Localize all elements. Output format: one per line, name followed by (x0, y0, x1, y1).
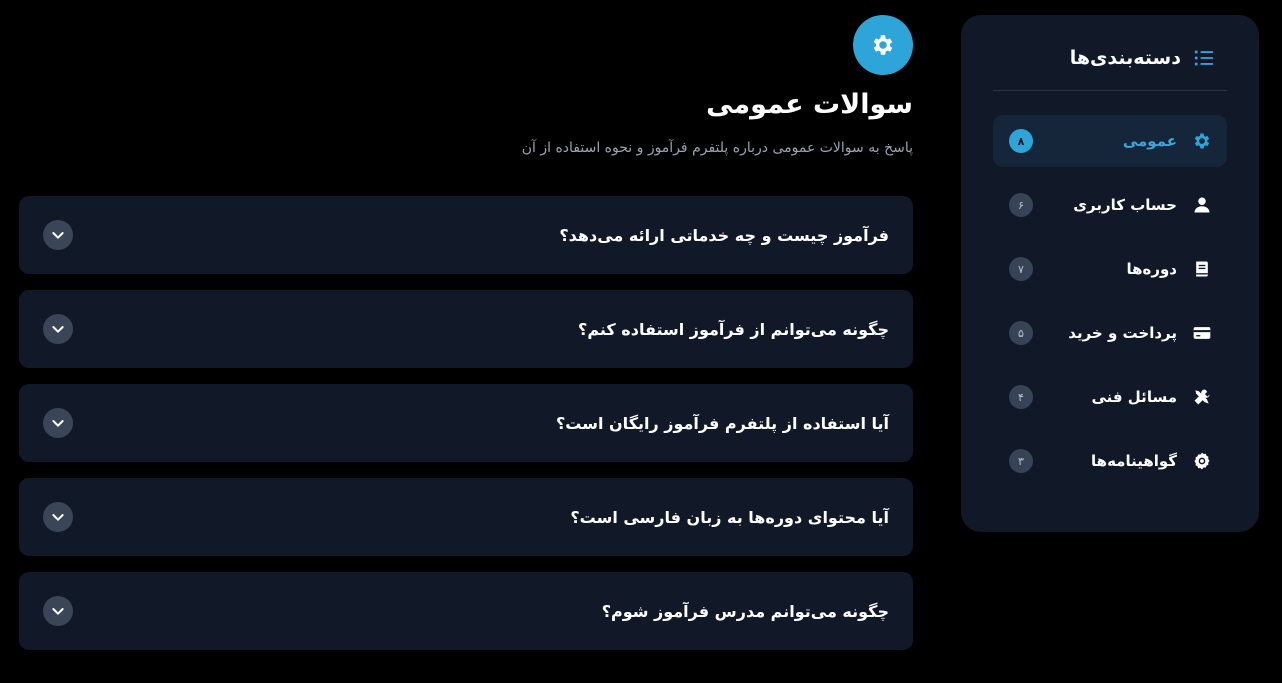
gear-icon (1191, 130, 1213, 152)
chevron-down-icon (50, 321, 66, 337)
count-badge: ۷ (1009, 257, 1033, 281)
sidebar-item-label: پرداخت و خرید (1068, 324, 1177, 342)
expand-button[interactable] (43, 502, 73, 532)
chevron-down-icon (50, 227, 66, 243)
faq-question: فرآموز چیست و چه خدماتی ارائه می‌دهد؟ (559, 225, 889, 245)
count-badge: ۸ (1009, 129, 1033, 153)
sidebar-item-general[interactable]: عمومی ۸ (993, 115, 1227, 167)
sidebar-item-technical[interactable]: مسائل فنی ۴ (993, 371, 1227, 423)
sidebar-header: دسته‌بندی‌ها (993, 15, 1227, 91)
expand-button[interactable] (43, 408, 73, 438)
award-icon (1191, 450, 1213, 472)
user-icon (1191, 194, 1213, 216)
gear-icon (870, 32, 896, 58)
sidebar-item-label: حساب کاربری (1073, 196, 1177, 214)
count-badge: ۶ (1009, 193, 1033, 217)
sidebar-item-certificates[interactable]: گواهینامه‌ها ۳ (993, 435, 1227, 487)
faq-item[interactable]: چگونه می‌توانم مدرس فرآموز شوم؟ (19, 572, 913, 650)
faq-item[interactable]: چگونه می‌توانم از فرآموز استفاده کنم؟ (19, 290, 913, 368)
faq-question: چگونه می‌توانم مدرس فرآموز شوم؟ (601, 601, 889, 621)
sidebar-title: دسته‌بندی‌ها (1069, 46, 1181, 69)
chevron-down-icon (50, 603, 66, 619)
sidebar-item-label: مسائل فنی (1091, 388, 1177, 406)
expand-button[interactable] (43, 220, 73, 250)
count-badge: ۳ (1009, 449, 1033, 473)
expand-button[interactable] (43, 314, 73, 344)
sidebar-item-account[interactable]: حساب کاربری ۶ (993, 179, 1227, 231)
sidebar-item-courses[interactable]: دوره‌ها ۷ (993, 243, 1227, 295)
sidebar-item-label: گواهینامه‌ها (1091, 452, 1177, 470)
count-badge: ۵ (1009, 321, 1033, 345)
sidebar-item-label: عمومی (1122, 132, 1177, 150)
faq-item[interactable]: فرآموز چیست و چه خدماتی ارائه می‌دهد؟ (19, 196, 913, 274)
section-icon-badge (853, 15, 913, 75)
list-icon (1193, 47, 1215, 69)
tools-icon (1191, 386, 1213, 408)
page-subtitle: پاسخ به سوالات عمومی درباره پلتفرم فرآمو… (521, 140, 913, 156)
faq-question: چگونه می‌توانم از فرآموز استفاده کنم؟ (578, 319, 889, 339)
sidebar-list: عمومی ۸ حساب کاربری ۶ دوره‌ها ۷ پرداخت و… (993, 115, 1227, 487)
book-icon (1191, 258, 1213, 280)
faq-question: آیا استفاده از پلتفرم فرآموز رایگان است؟ (556, 413, 889, 433)
page-title: سوالات عمومی (706, 89, 913, 120)
expand-button[interactable] (43, 596, 73, 626)
section-header: سوالات عمومی پاسخ به سوالات عمومی درباره… (19, 15, 913, 196)
categories-sidebar: دسته‌بندی‌ها عمومی ۸ حساب کاربری ۶ دوره‌… (961, 15, 1259, 532)
chevron-down-icon (50, 509, 66, 525)
faq-main: سوالات عمومی پاسخ به سوالات عمومی درباره… (19, 15, 913, 650)
credit-card-icon (1191, 322, 1213, 344)
faq-item[interactable]: آیا محتوای دوره‌ها به زبان فارسی است؟ (19, 478, 913, 556)
sidebar-item-label: دوره‌ها (1126, 260, 1177, 278)
faq-list: فرآموز چیست و چه خدماتی ارائه می‌دهد؟ چگ… (19, 196, 913, 650)
faq-question: آیا محتوای دوره‌ها به زبان فارسی است؟ (570, 507, 889, 527)
chevron-down-icon (50, 415, 66, 431)
count-badge: ۴ (1009, 385, 1033, 409)
sidebar-item-payment[interactable]: پرداخت و خرید ۵ (993, 307, 1227, 359)
faq-item[interactable]: آیا استفاده از پلتفرم فرآموز رایگان است؟ (19, 384, 913, 462)
